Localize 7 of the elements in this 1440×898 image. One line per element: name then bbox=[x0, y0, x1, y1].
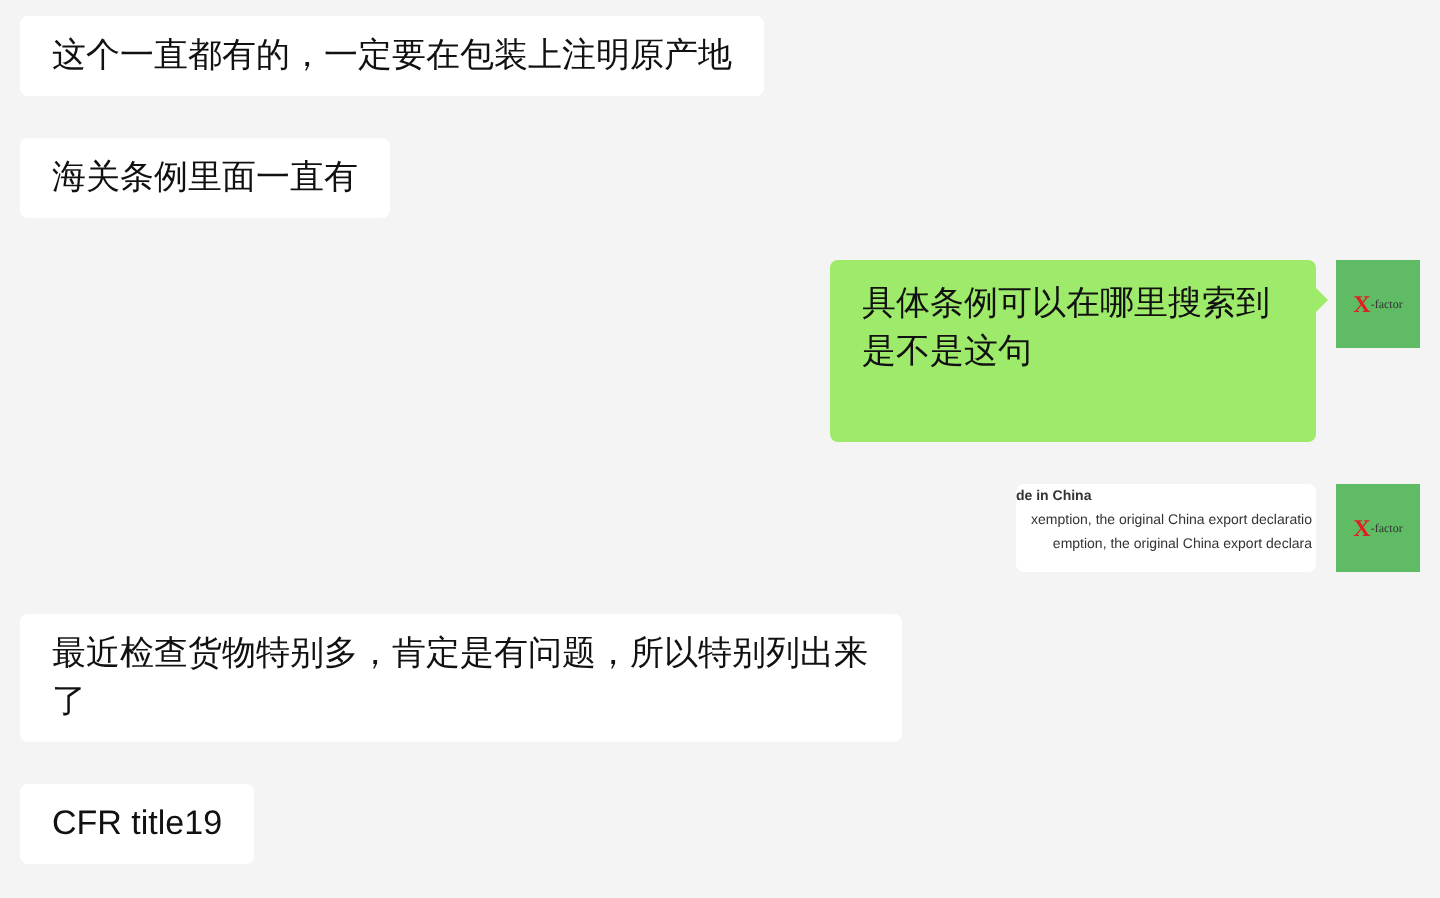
avatar-mark: X bbox=[1353, 292, 1371, 316]
avatar-mark: X bbox=[1353, 516, 1371, 540]
message-bubble: CFR title19 bbox=[20, 784, 255, 864]
message-bubble: 最近检查货物特别多，肯定是有问题，所以特别列出来了 bbox=[20, 614, 902, 742]
message-bubble: 这个一直都有的，一定要在包装上注明原产地 bbox=[20, 16, 764, 96]
message-bubble: 海关条例里面一直有 bbox=[20, 138, 390, 218]
message-bubble: 具体条例可以在哪里搜索到是不是这句 bbox=[830, 260, 1316, 442]
